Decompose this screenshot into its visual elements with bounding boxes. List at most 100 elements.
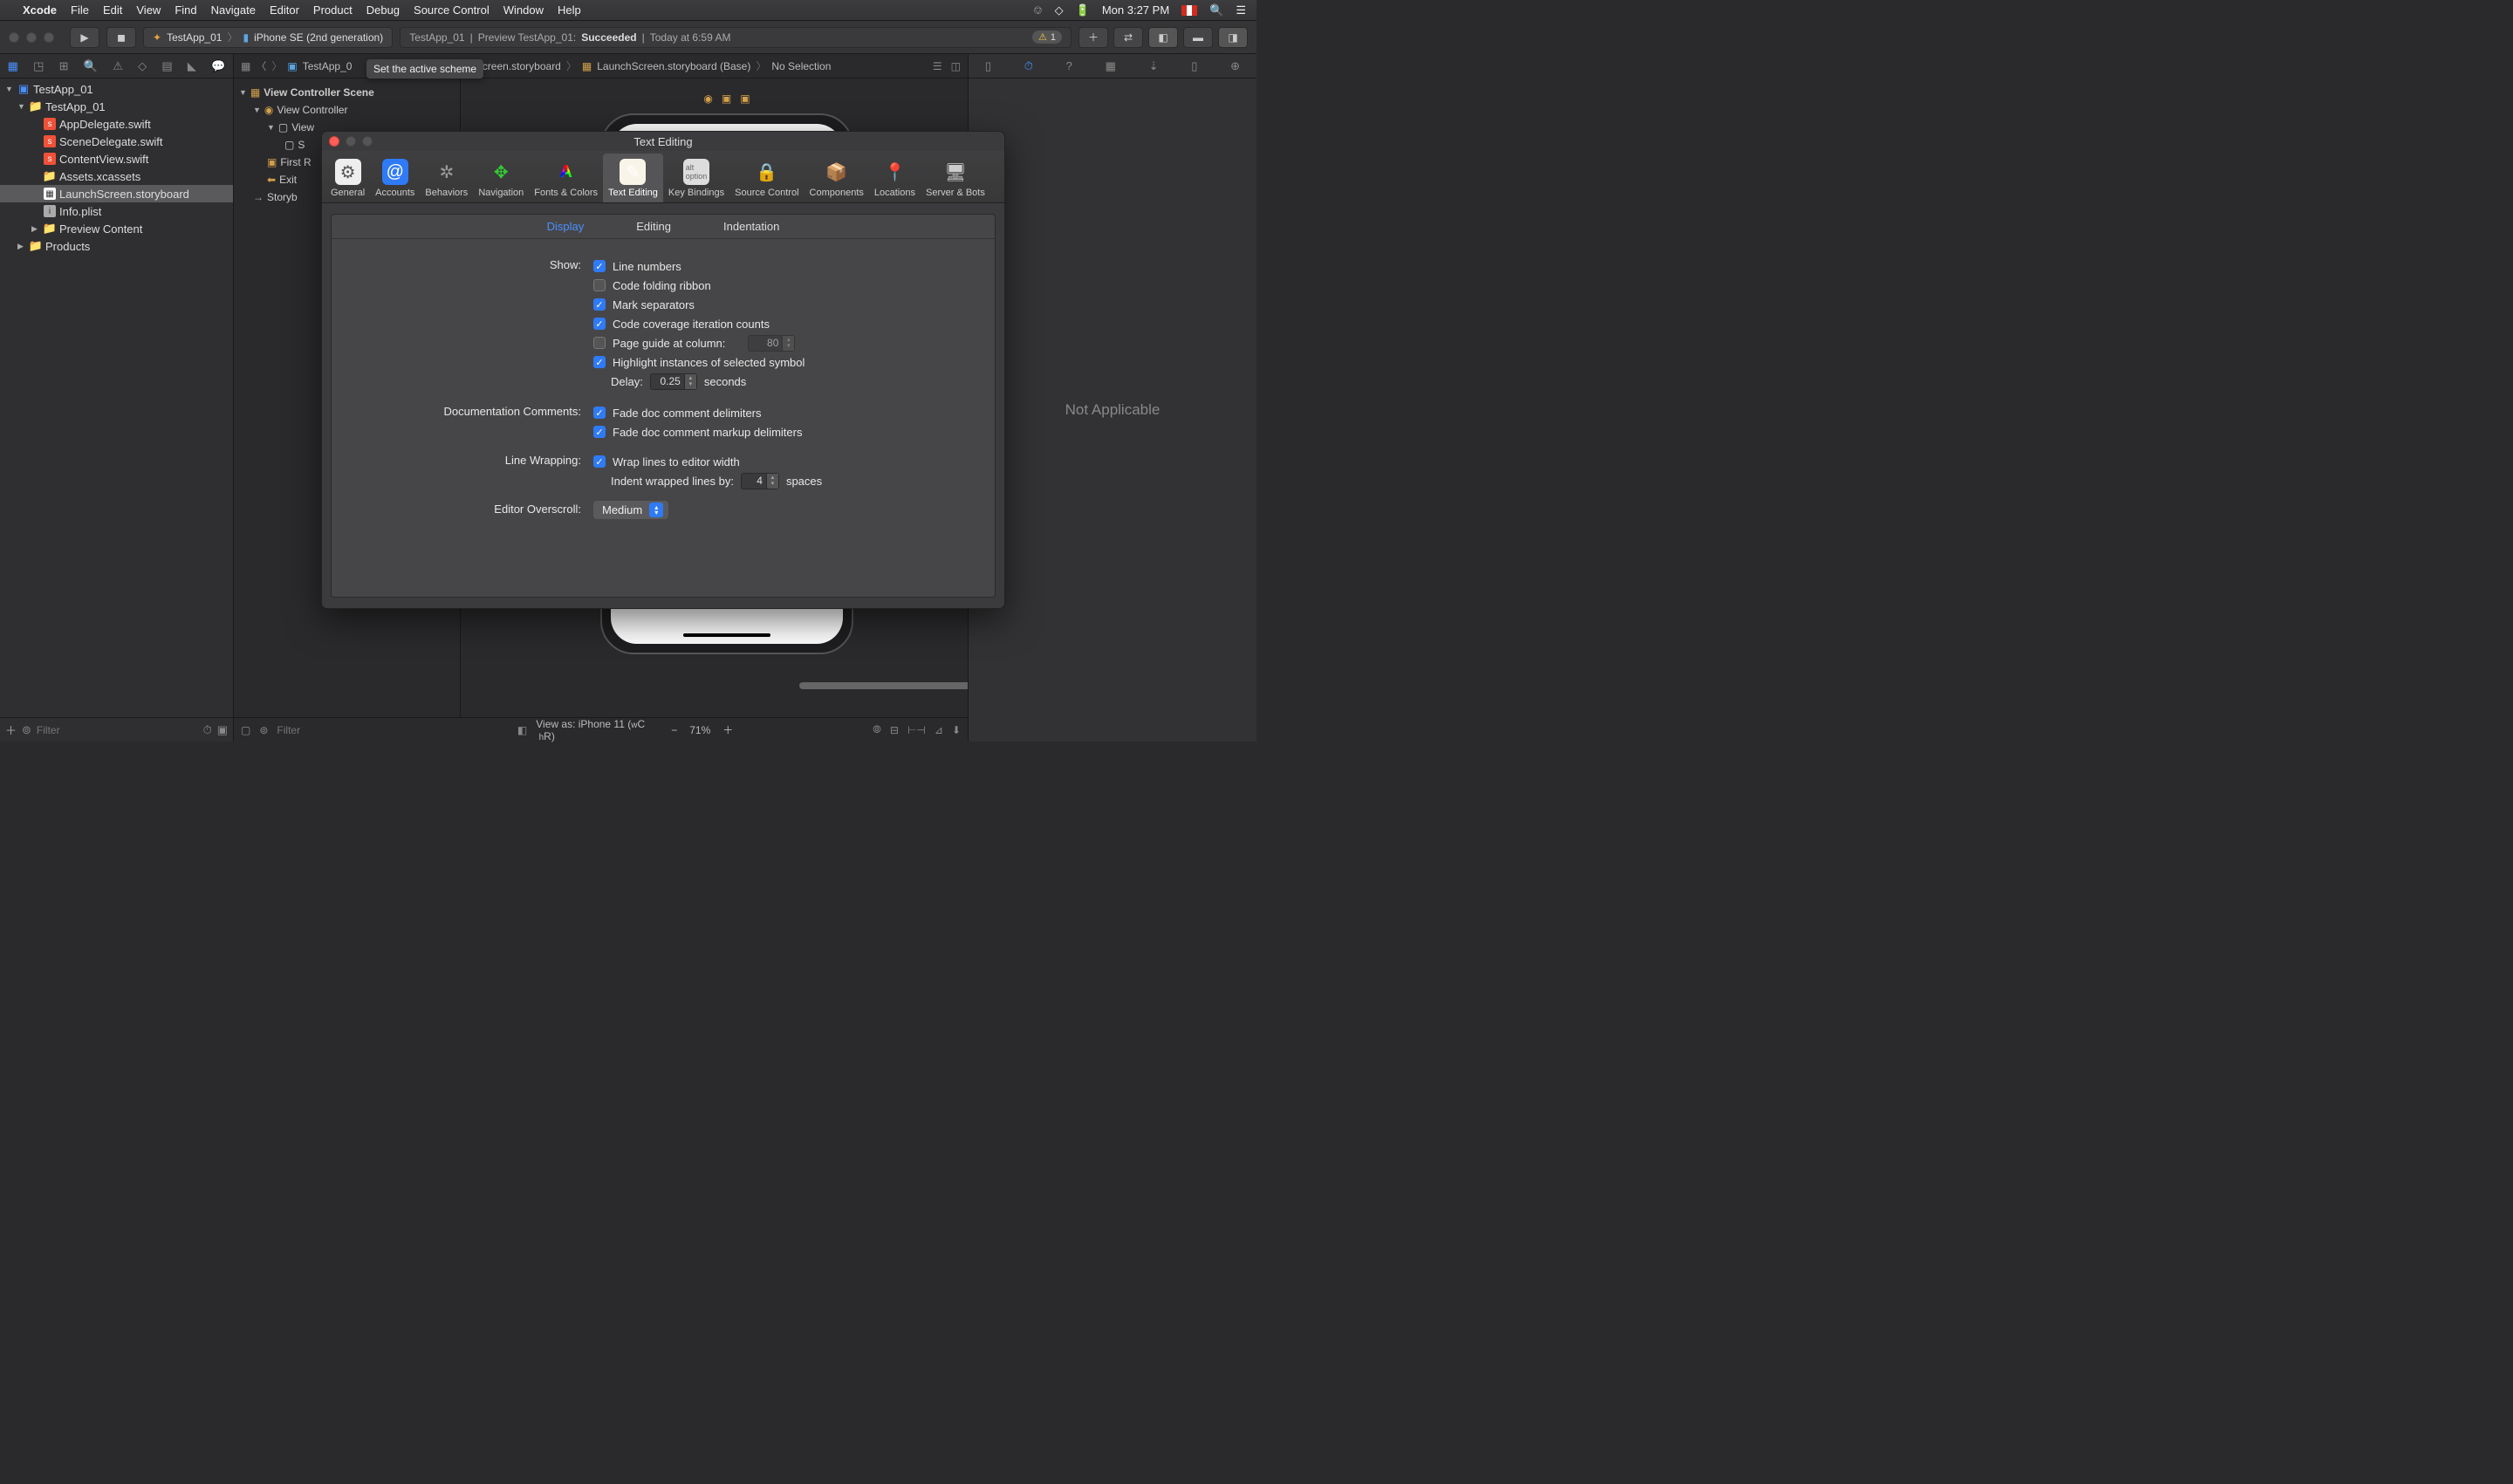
prefs-tab-server[interactable]: 🖥Server & Bots: [921, 154, 990, 202]
menu-file[interactable]: File: [71, 3, 89, 17]
flag-icon[interactable]: [1181, 5, 1197, 16]
panel-bottom-button[interactable]: ▬: [1183, 27, 1213, 48]
file-scenedelegate[interactable]: sSceneDelegate.swift: [0, 133, 233, 150]
indent-input[interactable]: [742, 475, 766, 487]
group-products[interactable]: ▶📁Products: [0, 237, 233, 255]
library-button[interactable]: ＋: [1078, 27, 1108, 48]
navigator-filter-input[interactable]: [37, 724, 198, 736]
outline-toggle-icon[interactable]: ▢: [241, 724, 250, 736]
menu-view[interactable]: View: [136, 3, 161, 17]
breakpoint-navigator-tab[interactable]: ◣: [188, 59, 196, 73]
outline-scene[interactable]: ▼▦View Controller Scene: [234, 84, 460, 101]
forward-icon[interactable]: 〉: [271, 58, 282, 73]
battery-icon[interactable]: 🔋: [1076, 3, 1090, 17]
menu-source-control[interactable]: Source Control: [414, 3, 490, 17]
file-contentview[interactable]: sContentView.swift: [0, 150, 233, 168]
prefs-zoom-button[interactable]: [362, 136, 373, 147]
menu-edit[interactable]: Edit: [103, 3, 122, 17]
size-inspector-tab[interactable]: ▯: [1191, 59, 1197, 73]
group-testapp[interactable]: ▼📁TestApp_01: [0, 98, 233, 115]
stop-button[interactable]: ◼: [106, 27, 136, 48]
scene-dock[interactable]: ◉▣▣: [703, 92, 750, 105]
group-preview[interactable]: ▶📁Preview Content: [0, 220, 233, 237]
file-assets[interactable]: 📁Assets.xcassets: [0, 168, 233, 185]
checkbox-code-coverage[interactable]: ✓: [593, 318, 606, 330]
wifi-icon[interactable]: ◇: [1055, 3, 1064, 17]
overscroll-select[interactable]: Medium ▴▾: [593, 501, 668, 519]
spotlight-icon[interactable]: 🔍: [1209, 3, 1223, 17]
checkbox-highlight[interactable]: ✓: [593, 356, 606, 368]
warning-badge[interactable]: ⚠1: [1032, 31, 1062, 44]
add-editor-icon[interactable]: ◫: [951, 60, 961, 72]
debug-navigator-tab[interactable]: ▤: [161, 59, 172, 73]
pin-icon[interactable]: ⊢⊣: [907, 724, 926, 736]
outline-filter-input[interactable]: [277, 724, 381, 736]
outline-controller[interactable]: ▼◉View Controller: [234, 101, 460, 119]
prefs-tab-key-bindings[interactable]: altoptionKey Bindings: [663, 154, 729, 202]
page-guide-stepper[interactable]: ▴▾: [782, 336, 794, 351]
align-icon[interactable]: ⊟: [890, 724, 899, 736]
related-items-icon[interactable]: ▦: [241, 60, 250, 72]
checkbox-code-folding[interactable]: [593, 279, 606, 291]
back-icon[interactable]: 〈: [256, 58, 266, 73]
file-inspector-tab[interactable]: ▯: [985, 59, 991, 73]
outline-panel-icon[interactable]: ◧: [517, 724, 527, 736]
attributes-inspector-tab[interactable]: ⇣: [1149, 59, 1159, 73]
window-controls[interactable]: [9, 32, 54, 43]
zoom-out-button[interactable]: −: [671, 724, 677, 736]
prefs-tab-components[interactable]: 📦Components: [805, 154, 869, 202]
test-navigator-tab[interactable]: ◇: [138, 59, 147, 73]
checkbox-fade-delim[interactable]: ✓: [593, 407, 606, 419]
menu-debug[interactable]: Debug: [366, 3, 400, 17]
add-button[interactable]: ＋: [5, 721, 17, 738]
zoom-in-button[interactable]: ＋: [722, 722, 733, 737]
prefs-tab-text-editing[interactable]: ✎Text Editing: [603, 154, 663, 202]
file-infoplist[interactable]: iInfo.plist: [0, 202, 233, 220]
control-center-icon[interactable]: ☰: [1236, 3, 1246, 17]
prefs-tab-behaviors[interactable]: ✲Behaviors: [420, 154, 473, 202]
report-navigator-tab[interactable]: 💬: [211, 59, 225, 73]
view-as-label[interactable]: View as: iPhone 11 (wC hR): [536, 718, 662, 742]
page-guide-input[interactable]: [749, 337, 782, 349]
prefs-minimize-button[interactable]: [346, 136, 356, 147]
prefs-tab-locations[interactable]: 📍Locations: [869, 154, 921, 202]
recent-filter-icon[interactable]: ⏱: [203, 723, 212, 737]
checkbox-fade-markup[interactable]: ✓: [593, 426, 606, 438]
prefs-tab-navigation[interactable]: ✥Navigation: [473, 154, 529, 202]
scm-filter-icon[interactable]: ▣: [217, 723, 228, 737]
prefs-tab-source-control[interactable]: 🔒Source Control: [729, 154, 804, 202]
project-root[interactable]: ▼▣TestApp_01: [0, 80, 233, 98]
menu-find[interactable]: Find: [175, 3, 196, 17]
menu-help[interactable]: Help: [558, 3, 581, 17]
horizontal-scrollbar[interactable]: [688, 680, 968, 691]
resolve-icon[interactable]: ⊿: [935, 724, 943, 736]
subtab-indentation[interactable]: Indentation: [723, 220, 779, 233]
update-frames-icon[interactable]: ⬇: [952, 724, 961, 736]
checkbox-page-guide[interactable]: [593, 337, 606, 349]
issue-navigator-tab[interactable]: ⚠: [113, 59, 123, 73]
menu-navigate[interactable]: Navigate: [211, 3, 256, 17]
embed-icon[interactable]: ⦾: [873, 723, 881, 736]
panel-left-button[interactable]: ◧: [1148, 27, 1178, 48]
jump-item-0[interactable]: TestApp_0: [303, 60, 353, 72]
history-inspector-tab[interactable]: ⏱: [1024, 59, 1033, 73]
source-control-navigator-tab[interactable]: ◳: [33, 59, 44, 73]
indent-stepper[interactable]: ▴▾: [766, 474, 778, 489]
connections-inspector-tab[interactable]: ⊕: [1230, 59, 1240, 73]
prefs-tab-general[interactable]: ⚙General: [325, 154, 370, 202]
clock[interactable]: Mon 3:27 PM: [1102, 3, 1169, 17]
code-review-button[interactable]: ⇄: [1113, 27, 1143, 48]
find-navigator-tab[interactable]: 🔍: [84, 59, 98, 73]
identity-inspector-tab[interactable]: ▦: [1106, 59, 1116, 73]
checkbox-wrap-lines[interactable]: ✓: [593, 455, 606, 468]
symbol-navigator-tab[interactable]: ⊞: [59, 59, 69, 73]
checkbox-line-numbers[interactable]: ✓: [593, 260, 606, 272]
menu-editor[interactable]: Editor: [270, 3, 299, 17]
prefs-tab-accounts[interactable]: @Accounts: [370, 154, 420, 202]
file-appdelegate[interactable]: sAppDelegate.swift: [0, 115, 233, 133]
delay-stepper[interactable]: ▴▾: [684, 374, 696, 389]
delay-input[interactable]: [651, 375, 684, 387]
app-menu[interactable]: Xcode: [23, 3, 57, 17]
project-navigator-tab[interactable]: ▦: [8, 59, 18, 73]
scheme-selector[interactable]: ✦ TestApp_01 〉 ▮ iPhone SE (2nd generati…: [143, 27, 393, 48]
